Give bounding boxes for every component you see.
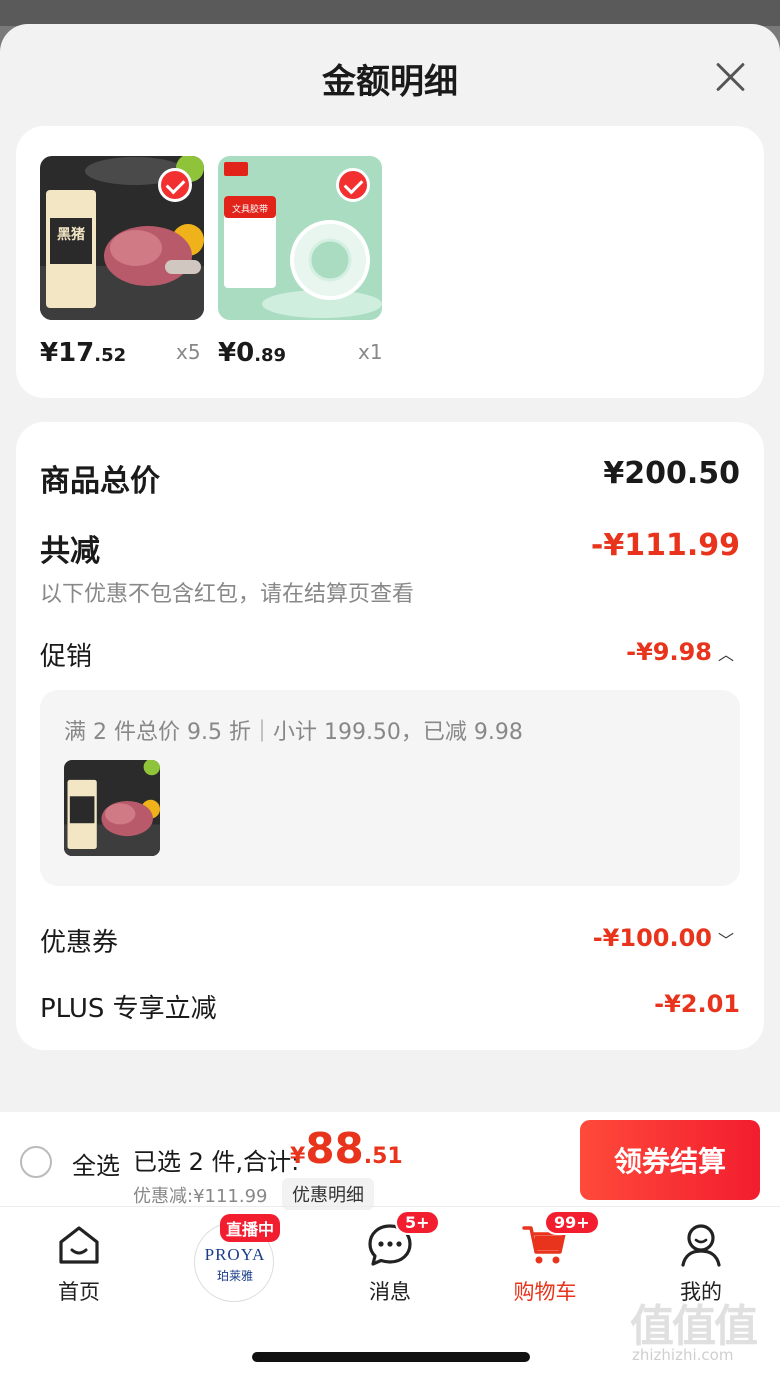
watermark-logo: 值值值 <box>630 1301 758 1352</box>
promo-product-thumbnail[interactable] <box>64 760 160 856</box>
live-brand-logo: PROYA <box>204 1245 266 1264</box>
plus-value: -¥2.01 <box>654 990 740 1018</box>
chevron-up-icon: ︿ <box>717 645 734 664</box>
total-int: 88 <box>305 1124 364 1173</box>
discount-summary: 优惠减:¥111.99 <box>133 1186 268 1207</box>
item-qty: x5 <box>176 340 201 364</box>
select-all-label[interactable]: 全选 <box>72 1146 120 1181</box>
discount-note: 以下优惠不包含红包，请在结算页查看 <box>40 582 415 607</box>
item-price-dec: .89 <box>254 345 287 366</box>
live-brand-name: 珀莱雅 <box>216 1269 253 1283</box>
sheet-title: 金额明细 <box>322 62 458 102</box>
promo-toggle[interactable]: -¥9.98 ︿ <box>626 638 734 666</box>
live-badge: 直播中 <box>220 1214 281 1242</box>
coupon-label: 优惠券 <box>40 928 119 958</box>
product-label-text: 黑猪 <box>57 226 85 243</box>
selected-summary: 已选 2 件,合计: <box>133 1148 300 1176</box>
tab-home[interactable]: 首页 <box>14 1218 144 1308</box>
reduce-label: 共减 <box>40 534 100 569</box>
amount-detail-sheet: 金额明细 黑猪 ¥17.52 x5 文具胶带 ¥0.89 x1 商品总价 ¥20… <box>0 24 780 1124</box>
price-breakdown-card: 商品总价 ¥200.50 共减 -¥111.99 以下优惠不包含红包，请在结算页… <box>16 422 764 1050</box>
promo-label: 促销 <box>40 642 93 672</box>
promo-value: -¥9.98 <box>626 638 712 666</box>
total-price-value: ¥200.50 <box>603 456 740 491</box>
checked-icon[interactable] <box>336 168 370 202</box>
home-indicator[interactable] <box>252 1352 530 1362</box>
tab-cart[interactable]: 99+ 购物车 <box>480 1210 610 1308</box>
status-area <box>0 0 780 26</box>
divider <box>0 1206 780 1207</box>
promo-detail-text: 满 2 件总价 9.5 折｜小计 199.50，已减 9.98 <box>64 720 523 745</box>
pork-image <box>64 760 160 856</box>
reduce-value: -¥111.99 <box>590 528 740 563</box>
total-price-label: 商品总价 <box>40 464 160 499</box>
item-price: ¥17.52 <box>40 338 126 368</box>
user-icon <box>681 1224 721 1267</box>
total-amount: ¥88.51 <box>290 1124 403 1173</box>
tab-home-label: 首页 <box>58 1280 100 1304</box>
item-qty: x1 <box>358 340 383 364</box>
watermark-url: zhizhizhi.com <box>632 1346 734 1364</box>
checked-icon[interactable] <box>158 168 192 202</box>
product-thumbnail-pork[interactable]: 黑猪 <box>40 156 204 320</box>
select-all-radio[interactable] <box>20 1146 52 1178</box>
tab-cart-label: 购物车 <box>513 1280 577 1304</box>
home-icon <box>59 1226 99 1264</box>
plus-label: PLUS 专享立减 <box>40 994 217 1024</box>
checkout-button[interactable]: 领券结算 <box>580 1120 760 1200</box>
item-price: ¥0.89 <box>218 338 286 368</box>
total-dec: .51 <box>363 1144 403 1169</box>
product-thumbnail-tape[interactable]: 文具胶带 <box>218 156 382 320</box>
cart-badge: 99+ <box>544 1210 600 1235</box>
tape-label-text: 文具胶带 <box>232 203 268 215</box>
promo-detail-box: 满 2 件总价 9.5 折｜小计 199.50，已减 9.98 <box>40 690 740 886</box>
total-yen: ¥ <box>290 1144 306 1169</box>
coupon-value: -¥100.00 <box>592 924 712 952</box>
messages-badge: 5+ <box>395 1210 440 1235</box>
item-price-int: ¥17 <box>40 338 95 368</box>
coupon-toggle[interactable]: -¥100.00 ﹀ <box>593 924 734 952</box>
item-price-int: ¥0 <box>218 338 255 368</box>
selected-items-card: 黑猪 ¥17.52 x5 文具胶带 ¥0.89 x1 <box>16 126 764 398</box>
chevron-down-icon: ﹀ <box>717 931 734 950</box>
close-icon[interactable] <box>710 56 750 96</box>
tab-messages-label: 消息 <box>369 1280 411 1304</box>
item-price-dec: .52 <box>94 345 127 366</box>
tab-messages[interactable]: 5+ 消息 <box>325 1210 455 1308</box>
